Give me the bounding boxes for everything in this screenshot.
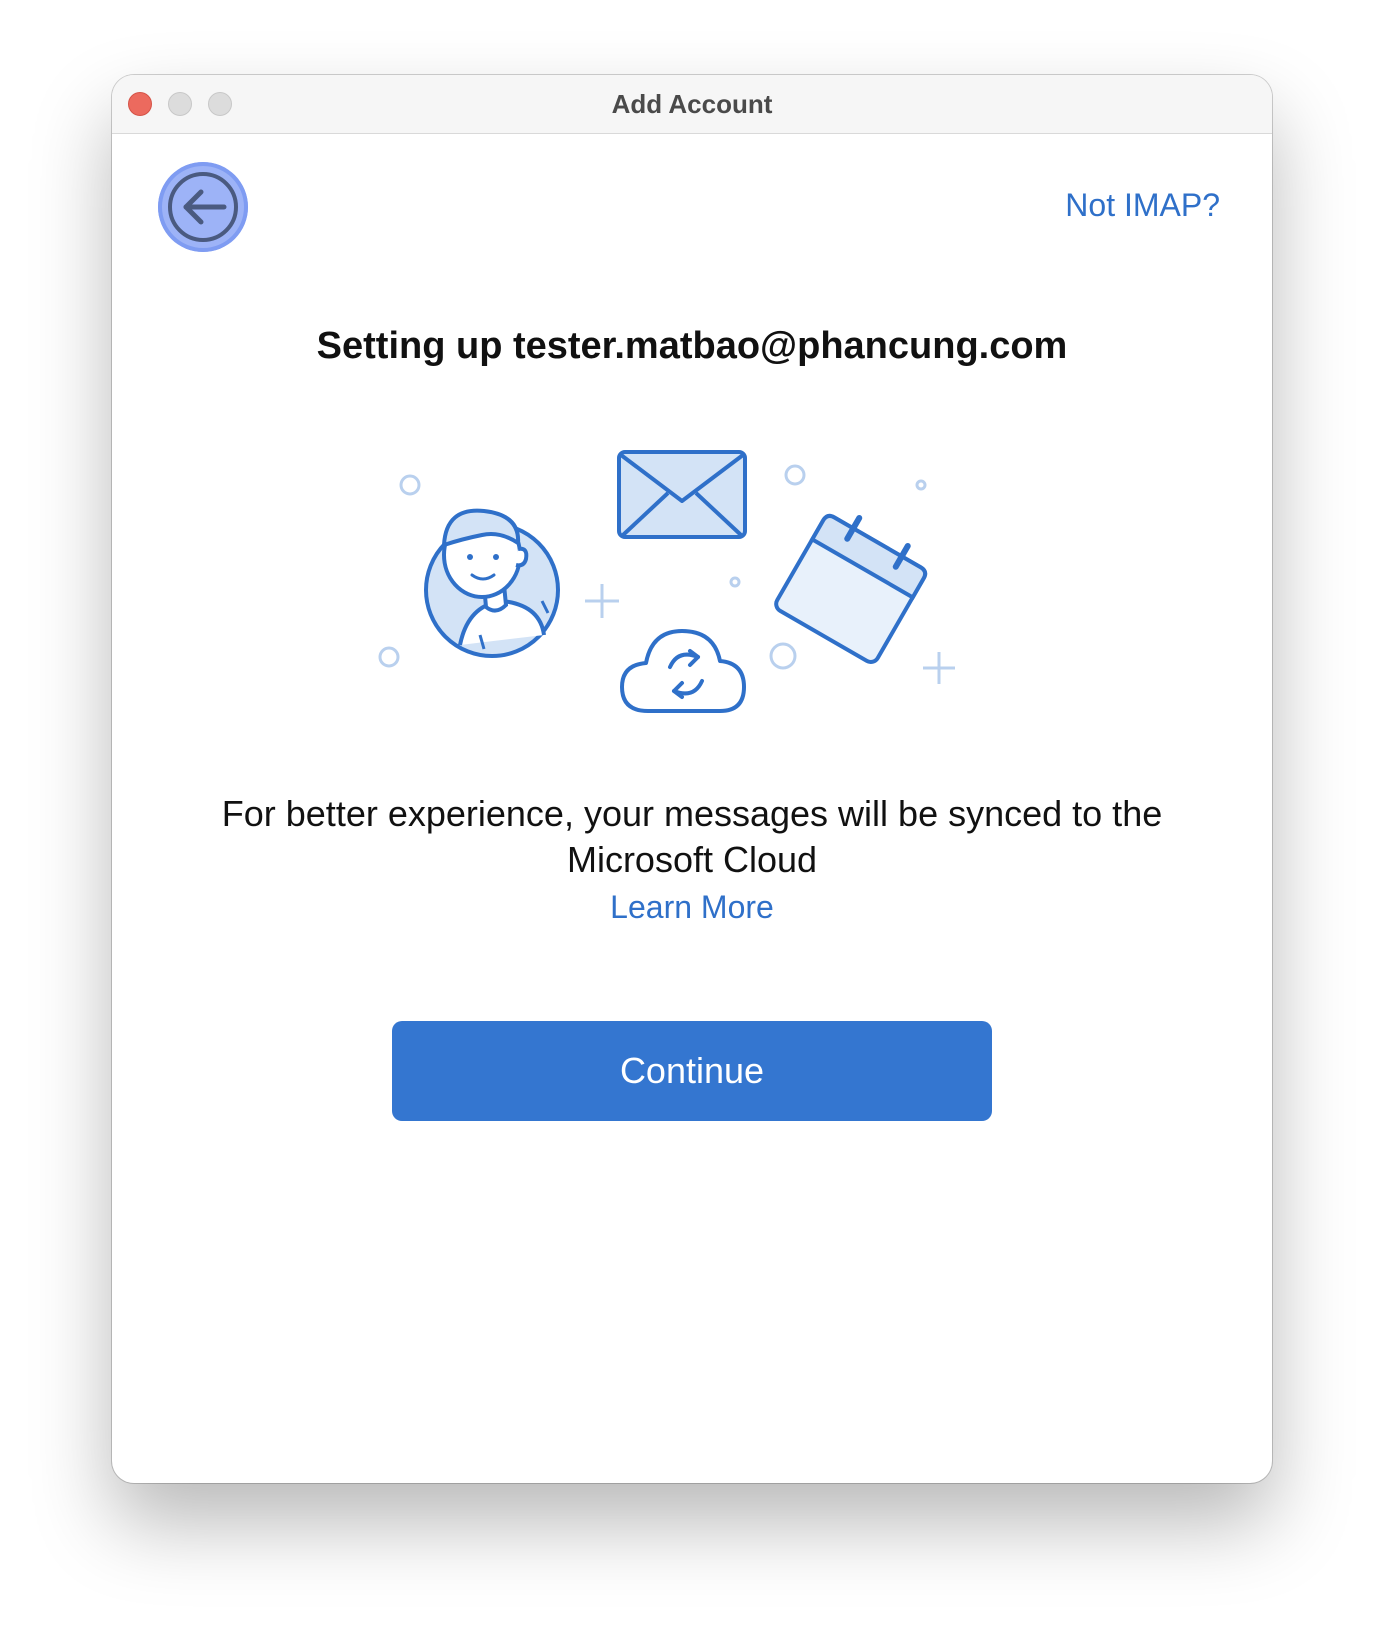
- title-bar: Add Account: [112, 75, 1272, 134]
- person-icon: [424, 508, 560, 658]
- continue-button[interactable]: Continue: [392, 1021, 992, 1121]
- sync-illustration: [378, 450, 955, 713]
- calendar-icon: [774, 513, 928, 664]
- back-button[interactable]: [158, 162, 248, 252]
- window-title: Add Account: [611, 89, 773, 119]
- back-arrow-icon: [168, 172, 238, 242]
- add-account-window: Add Account Not IMAP? Setting up tester.…: [112, 75, 1272, 1483]
- sync-description: For better experience, your messages wil…: [221, 793, 1163, 880]
- learn-more-link[interactable]: Learn More: [610, 889, 774, 925]
- not-imap-link[interactable]: Not IMAP?: [1065, 187, 1220, 224]
- envelope-icon: [617, 450, 747, 539]
- page-title: Setting up tester.matbao@phancung.com: [316, 325, 1068, 367]
- learn-more-row: Learn More: [112, 889, 1272, 926]
- cloud-sync-icon: [620, 629, 746, 713]
